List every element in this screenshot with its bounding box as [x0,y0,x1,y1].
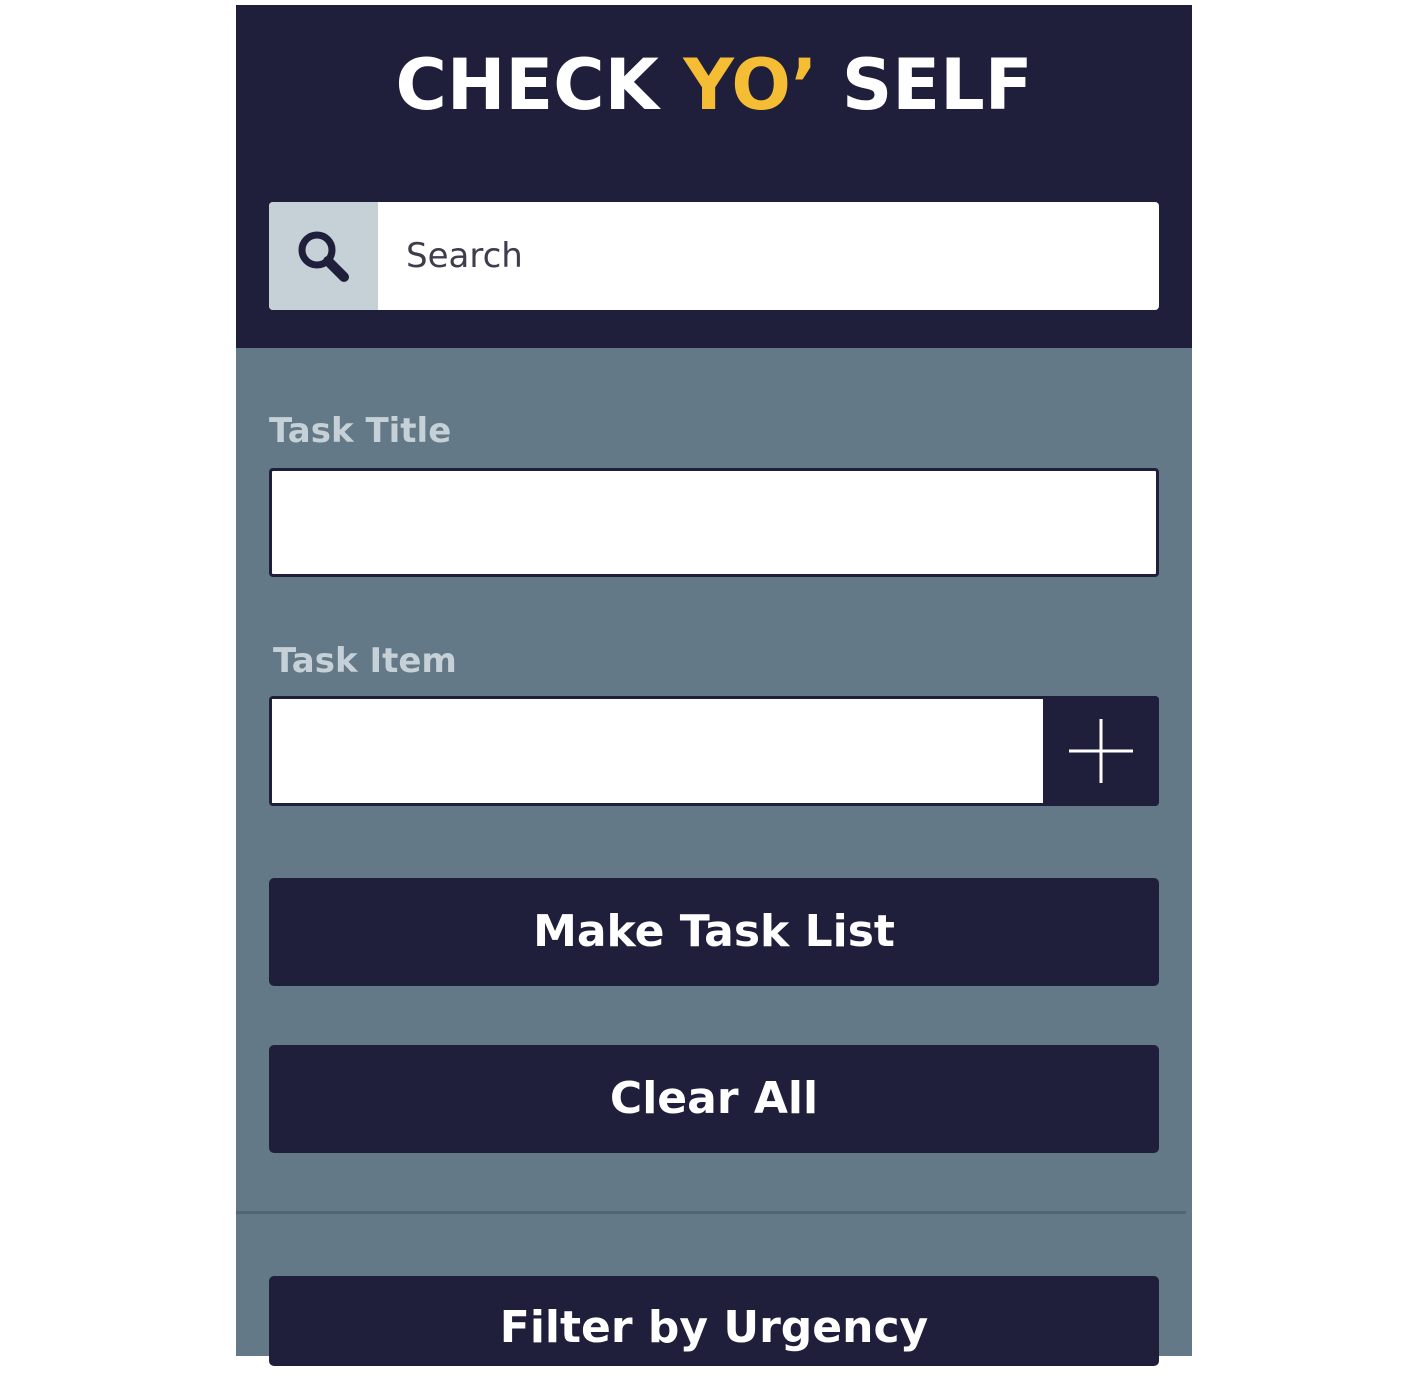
search-input[interactable] [378,202,1159,310]
section-divider [236,1211,1186,1214]
task-item-group [269,696,1159,806]
app-title: CHECK YO’ SELF [236,43,1192,127]
app-title-part2: SELF [817,44,1033,126]
task-title-input[interactable] [269,468,1159,577]
search-bar [269,202,1159,310]
add-task-item-button[interactable] [1043,696,1159,806]
app-header: CHECK YO’ SELF [236,5,1192,348]
make-task-list-button[interactable]: Make Task List [269,878,1159,986]
sidebar-panel: CHECK YO’ SELF Task Title Task Item Make… [236,5,1192,1366]
plus-icon [1069,719,1133,783]
task-title-label: Task Title [269,411,452,451]
clear-all-button[interactable]: Clear All [269,1045,1159,1153]
search-button[interactable] [269,202,378,310]
filter-by-urgency-button[interactable]: Filter by Urgency [269,1276,1159,1366]
task-item-input[interactable] [272,699,1043,803]
app-title-part1: CHECK [395,44,684,126]
task-item-label: Task Item [273,641,457,681]
search-icon [298,231,349,282]
app-title-accent: YO’ [683,44,818,126]
